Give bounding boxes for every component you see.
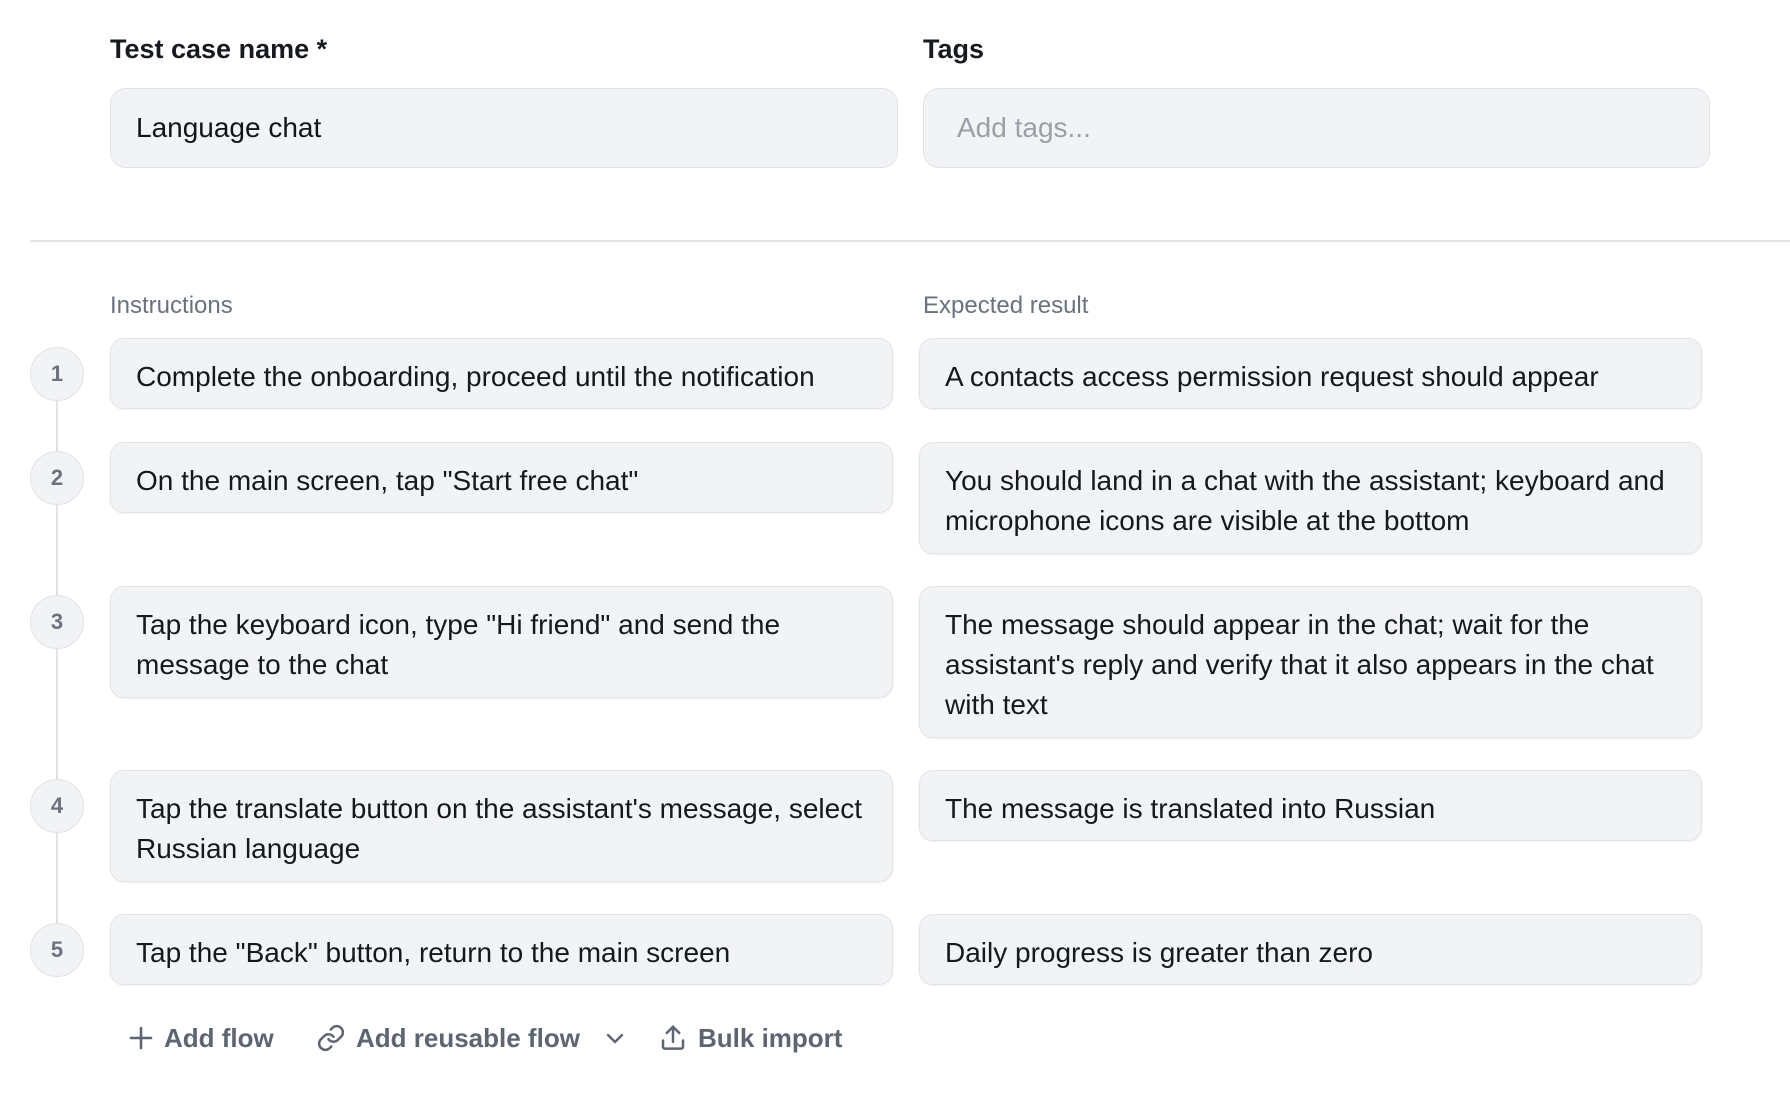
step-2-expected-result[interactable]: You should land in a chat with the assis…: [919, 442, 1702, 554]
bulk-import-button[interactable]: Bulk import: [658, 1018, 842, 1058]
step-4-instruction[interactable]: Tap the translate button on the assistan…: [110, 770, 893, 882]
add-flow-button[interactable]: Add flow: [128, 1018, 274, 1058]
expected-result-header: Expected result: [923, 292, 1089, 319]
step-number-5: 5: [30, 923, 84, 977]
test-case-name-label: Test case name *: [110, 34, 328, 64]
upload-icon: [658, 1023, 688, 1053]
chevron-down-icon[interactable]: [604, 1027, 626, 1049]
test-case-name-input[interactable]: Language chat: [110, 88, 898, 168]
step-number-2: 2: [30, 451, 84, 505]
add-flow-label: Add flow: [164, 1022, 274, 1053]
step-2-instruction[interactable]: On the main screen, tap "Start free chat…: [110, 442, 893, 513]
bulk-import-label: Bulk import: [698, 1022, 843, 1053]
step-4-expected-result[interactable]: The message is translated into Russian: [919, 770, 1702, 841]
add-reusable-flow-button[interactable]: Add reusable flow: [316, 1018, 626, 1058]
add-reusable-flow-label: Add reusable flow: [356, 1022, 580, 1053]
instructions-header: Instructions: [110, 292, 233, 319]
tags-label: Tags: [923, 34, 985, 64]
test-case-editor: Test case name * Language chat Tags Add …: [0, 0, 1790, 1106]
step-number-3: 3: [30, 595, 84, 649]
step-1-expected-result[interactable]: A contacts access permission request sho…: [919, 338, 1702, 409]
tags-input[interactable]: Add tags...: [923, 88, 1710, 168]
step-number-4: 4: [30, 779, 84, 833]
step-3-expected-result[interactable]: The message should appear in the chat; w…: [919, 586, 1702, 738]
link-icon: [316, 1023, 346, 1053]
step-1-instruction[interactable]: Complete the onboarding, proceed until t…: [110, 338, 893, 409]
section-divider: [30, 240, 1790, 242]
step-number-1: 1: [30, 347, 84, 401]
plus-icon: [128, 1025, 154, 1051]
step-3-instruction[interactable]: Tap the keyboard icon, type "Hi friend" …: [110, 586, 893, 698]
step-5-expected-result[interactable]: Daily progress is greater than zero: [919, 914, 1702, 985]
step-5-instruction[interactable]: Tap the "Back" button, return to the mai…: [110, 914, 893, 985]
